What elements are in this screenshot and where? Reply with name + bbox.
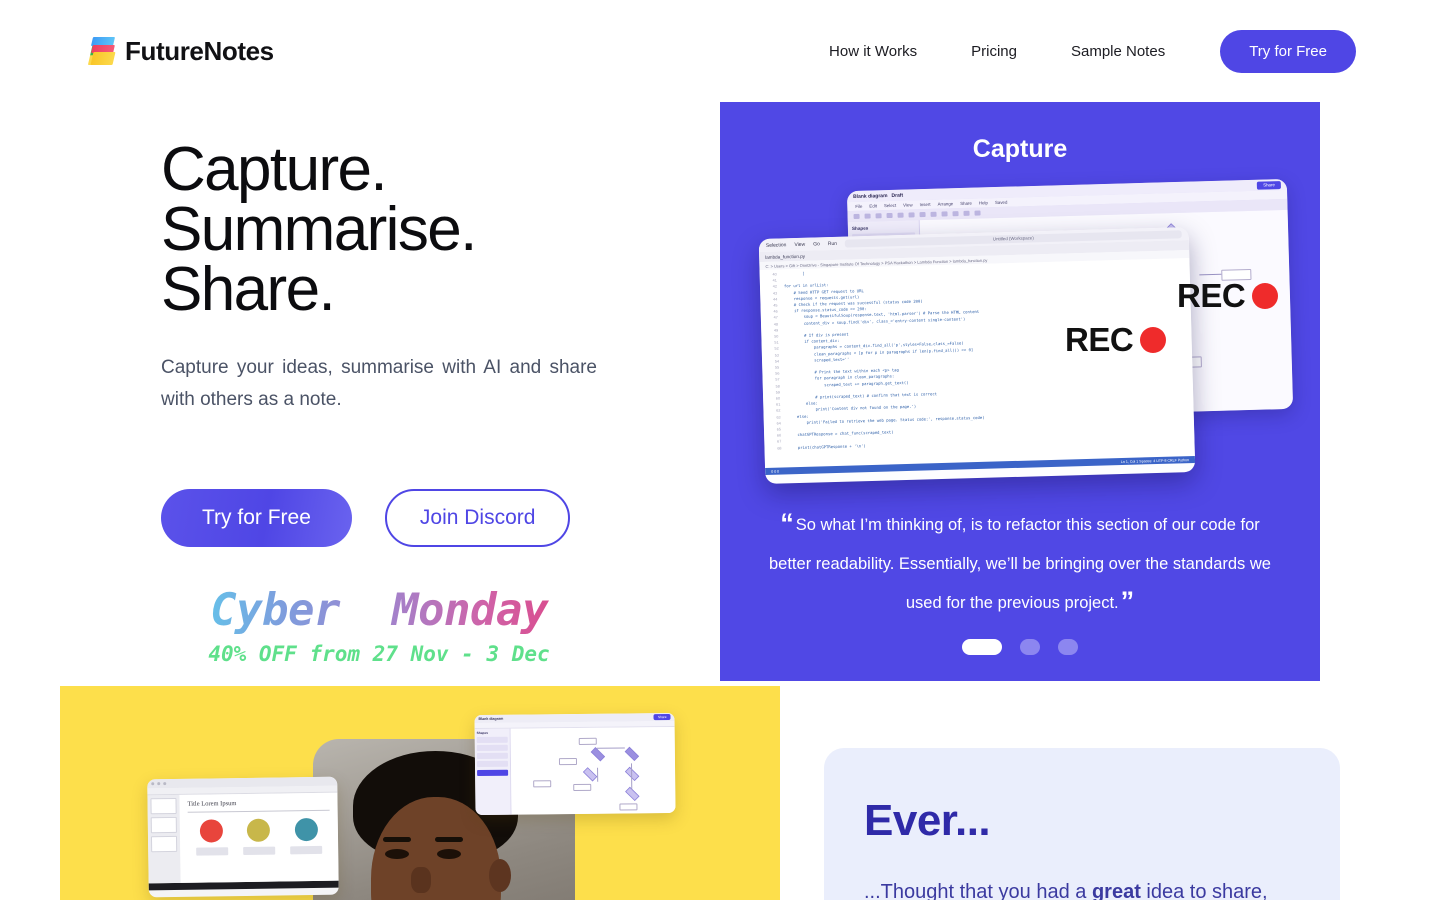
code-status-left: 0 0 0: [771, 469, 780, 474]
recording-badge-code-label: REC: [1065, 321, 1134, 358]
code-editor-body: 40 41 42 43 44 45 46 47 48 49 50 51 52 53 54 55 56 57 58 59…: [759, 258, 1195, 468]
ever-card-body: ...Thought that you had a great idea to …: [864, 876, 1300, 900]
capture-screenshot-collage: Blank diagram Draft Share File Edit Sele…: [720, 178, 1320, 485]
code-tab-label: lambda_function.py: [765, 253, 806, 260]
quote-close-icon: ”: [1120, 586, 1135, 616]
diagram-file-title: Blank diagram: [852, 192, 888, 200]
diagram-saved-label: Saved: [994, 199, 1008, 206]
carousel-dot-2[interactable]: [1020, 639, 1040, 655]
code-menu-go: Go: [813, 240, 820, 248]
nav-link-sample-notes[interactable]: Sample Notes: [1044, 43, 1192, 60]
ever-card-title: Ever...: [864, 796, 991, 845]
promo-subtitle: 40% OFF from 27 Nov - 3 Dec: [208, 642, 550, 666]
diagram-menu-select: Select: [883, 202, 897, 209]
capture-quote-text: So what I’m thinking of, is to refactor …: [769, 516, 1271, 612]
code-source-lines: ] for url in urlList: # Send HTTP GET re…: [783, 270, 985, 450]
ever-body-strong: great: [1091, 881, 1141, 900]
code-menu-run: Run: [827, 240, 838, 247]
header-try-for-free-button[interactable]: Try for Free: [1220, 29, 1356, 73]
hero-left-column: Capture. Summarise. Share. Capture your …: [161, 135, 691, 666]
flowchart-more-shapes-button: [477, 769, 509, 777]
record-dot-icon: [1252, 283, 1279, 309]
stacked-pages-icon: [87, 36, 118, 66]
diagram-menu-help: Help: [978, 200, 988, 206]
target-icon: [247, 818, 271, 842]
diagram-menu-share: Share: [960, 200, 972, 207]
diagram-menu-arrange: Arrange: [937, 201, 954, 207]
brand-name: FutureNotes: [125, 35, 274, 66]
capture-showcase-card: Capture Blank diagram Draft Share File E…: [720, 101, 1320, 681]
carousel-dot-1[interactable]: [962, 639, 1002, 655]
flowchart-app-screenshot: Blank diagram Share Shapes: [474, 712, 676, 816]
capture-card-title: Capture: [972, 135, 1068, 163]
slides-title-text: Title Lorem Ipsum: [187, 800, 237, 808]
promo-title: Cyber Monday: [161, 585, 597, 636]
hero-try-for-free-button[interactable]: Try for Free: [161, 489, 352, 547]
slides-app-screenshot: Title Lorem Ipsum: [147, 776, 339, 898]
code-status-right: Ln 1, Col 1 Spaces: 4 UTF-8 CRLF Python: [1120, 457, 1190, 464]
pie-chart-icon: [199, 818, 224, 843]
diagram-menu-view: View: [903, 202, 913, 208]
hero-title-line-2: Summarise.: [161, 195, 477, 264]
diagram-menu-file: File: [855, 203, 863, 209]
ever-info-card: Ever... ...Thought that you had a great …: [824, 748, 1340, 900]
landing-page: FutureNotes How it Works Pricing Sample …: [0, 0, 1440, 900]
flowchart-canvas: [510, 726, 676, 815]
slides-body: Title Lorem Ipsum: [147, 792, 339, 884]
recording-badge-diagram-label: REC: [1177, 277, 1246, 314]
slides-thumbnail-panel: [147, 794, 181, 884]
stopwatch-icon: [294, 817, 318, 841]
code-menu-selection: Selection: [765, 241, 787, 249]
capture-quote: “So what I’m thinking of, is to refactor…: [762, 506, 1278, 623]
carousel-dots: [720, 639, 1320, 655]
flowchart-shapes-panel: Shapes: [474, 728, 512, 816]
page-title: Capture. Summarise. Share.: [161, 135, 691, 324]
promo-banner: Cyber Monday 40% OFF from 27 Nov - 3 Dec: [161, 585, 597, 666]
hero-subtitle: Capture your ideas, summarise with AI an…: [161, 357, 597, 410]
ever-body-suffix: idea to share,: [1140, 881, 1268, 900]
diagram-share-button: Share: [1257, 180, 1281, 190]
nav-link-pricing[interactable]: Pricing: [944, 43, 1044, 60]
site-header: FutureNotes How it Works Pricing Sample …: [0, 0, 1440, 102]
diagram-shapes-label: Shapes: [851, 225, 869, 232]
slides-caption-row: [188, 845, 330, 856]
yellow-feature-section: Title Lorem Ipsum Blank diagram Share Sh…: [60, 686, 780, 900]
code-menu-view: View: [794, 241, 806, 248]
join-discord-button[interactable]: Join Discord: [384, 489, 571, 547]
slides-icon-row: [188, 817, 330, 843]
flowchart-body: Shapes: [474, 726, 676, 816]
flowchart-shapes-label: Shapes: [476, 730, 489, 736]
flowchart-file-title: Blank diagram: [478, 716, 504, 722]
record-dot-icon: [1140, 327, 1167, 353]
carousel-dot-3[interactable]: [1058, 639, 1078, 655]
flowchart-share-button: Share: [653, 713, 671, 721]
ever-body-prefix: ...Thought that you had a: [864, 881, 1092, 900]
main-navigation: How it Works Pricing Sample Notes Try fo…: [802, 29, 1356, 73]
diagram-menu-insert: Insert: [919, 201, 931, 208]
recording-badge-code: REC: [1065, 321, 1167, 359]
slides-stage: Title Lorem Ipsum: [179, 792, 339, 883]
brand-logo[interactable]: FutureNotes: [87, 35, 274, 67]
nav-link-how-it-works[interactable]: How it Works: [802, 43, 944, 60]
quote-open-icon: “: [780, 508, 794, 538]
recording-badge-diagram: REC: [1177, 277, 1279, 315]
hero-button-group: Try for Free Join Discord: [161, 489, 691, 547]
diagram-draft-label: Draft: [891, 192, 904, 199]
hero-title-line-1: Capture.: [161, 135, 388, 204]
diagram-menu-edit: Edit: [869, 203, 878, 209]
hero-title-line-3: Share.: [161, 255, 336, 324]
